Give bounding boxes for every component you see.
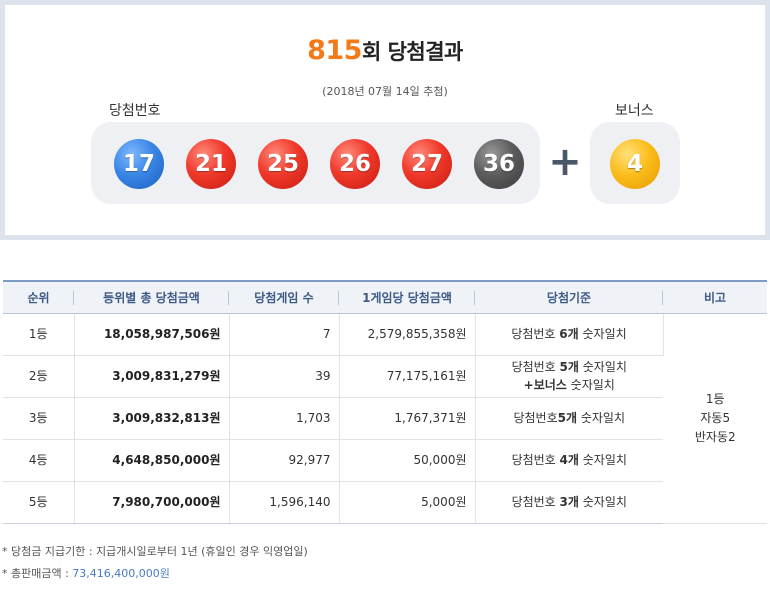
criteria-cell: 당첨번호 4개 숫자일치 [475,439,663,482]
prize-table-header: 순위 등위별 총 당첨금액 당첨게임 수 1게임당 당첨금액 당첨기준 비고 [3,280,767,314]
table-row: 1등 18,058,987,506원 7 2,579,855,358원 당첨번호… [3,313,767,524]
winning-ball-5: 27 [402,139,452,189]
bonus-number-box: 4 [590,122,680,204]
prize-per-game-cell: 50,000원 [339,439,476,482]
header-rank: 순위 [3,280,74,314]
winner-count-cell: 7 [229,313,340,356]
total-sales-note: * 총판매금액 : 73,416,400,000원 [2,565,308,587]
total-prize-cell: 4,648,850,000원 [74,439,230,482]
total-prize-cell: 3,009,831,279원 [74,355,230,398]
header-criteria: 당첨기준 [475,280,663,314]
table-row: 2등 3,009,831,279원 39 77,175,161원 당첨번호 5개… [3,355,767,398]
header-winner-count: 당첨게임 수 [229,280,339,314]
winner-count-cell: 92,977 [229,439,340,482]
rank-cell: 4등 [3,439,75,482]
winning-ball-1: 17 [114,139,164,189]
winning-numbers-box: 17 21 25 26 27 36 [91,122,540,204]
bonus-ball: 4 [610,139,660,189]
prize-per-game-cell: 77,175,161원 [339,355,476,398]
prize-per-game-cell: 2,579,855,358원 [339,313,476,356]
rank-cell: 5등 [3,481,75,524]
remark-line: 반자동2 [694,429,736,444]
criteria-cell: 당첨번호 3개 숫자일치 [475,481,663,524]
remark-line: 1등 [705,391,725,406]
winning-numbers-label: 당첨번호 [109,103,161,119]
rank-cell: 3등 [3,397,75,440]
draw-number: 815 [307,35,362,66]
criteria-cell: 당첨번호 6개 숫자일치 [475,313,664,356]
plus-icon: + [548,139,582,185]
rank-cell: 2등 [3,355,75,398]
header-prize-per-game: 1게임당 당첨금액 [339,280,475,314]
prize-per-game-cell: 1,767,371원 [339,397,476,440]
total-prize-cell: 18,058,987,506원 [74,313,230,356]
draw-title: 815회 당첨결과 [5,35,765,66]
draw-title-suffix: 회 당첨결과 [361,40,463,64]
header-total-prize: 등위별 총 당첨금액 [74,280,229,314]
criteria-cell: 당첨번호 5개 숫자일치 +보너스 숫자일치 [475,355,663,398]
total-prize-cell: 3,009,832,813원 [74,397,230,440]
header-remark: 비고 [663,280,767,314]
total-sales-amount: 73,416,400,000원 [72,567,170,580]
bonus-number-label: 보너스 [615,103,654,119]
winner-count-cell: 39 [229,355,340,398]
rank-cell: 1등 [3,313,75,356]
payment-deadline-note: * 당첨금 지급기한 : 지급개시일로부터 1년 (휴일인 경우 익영업일) [2,545,308,558]
winning-ball-3: 25 [258,139,308,189]
notes: * 당첨금 지급기한 : 지급개시일로부터 1년 (휴일인 경우 익영업일) *… [2,543,308,587]
total-prize-cell: 7,980,700,000원 [74,481,230,524]
winner-count-cell: 1,703 [229,397,340,440]
remark-cell: 1등 자동5 반자동2 [663,313,767,524]
winning-ball-4: 26 [330,139,380,189]
prize-table: 순위 등위별 총 당첨금액 당첨게임 수 1게임당 당첨금액 당첨기준 비고 1… [3,280,767,524]
table-row: 3등 3,009,832,813원 1,703 1,767,371원 당첨번호5… [3,397,767,440]
total-sales-label: * 총판매금액 : [2,567,73,580]
table-row: 4등 4,648,850,000원 92,977 50,000원 당첨번호 4개… [3,439,767,482]
remark-line: 자동5 [700,410,731,425]
prize-per-game-cell: 5,000원 [339,481,476,524]
draw-result-card: 815회 당첨결과 (2018년 07월 14일 추첨) 당첨번호 보너스 17… [5,5,765,235]
winning-ball-6: 36 [474,139,524,189]
draw-date: (2018년 07월 14일 추첨) [322,85,448,98]
winning-ball-2: 21 [186,139,236,189]
table-row: 5등 7,980,700,000원 1,596,140 5,000원 당첨번호 … [3,481,767,524]
criteria-cell: 당첨번호5개 숫자일치 [475,397,663,440]
winner-count-cell: 1,596,140 [229,481,340,524]
draw-result-panel: 815회 당첨결과 (2018년 07월 14일 추첨) 당첨번호 보너스 17… [0,0,770,240]
